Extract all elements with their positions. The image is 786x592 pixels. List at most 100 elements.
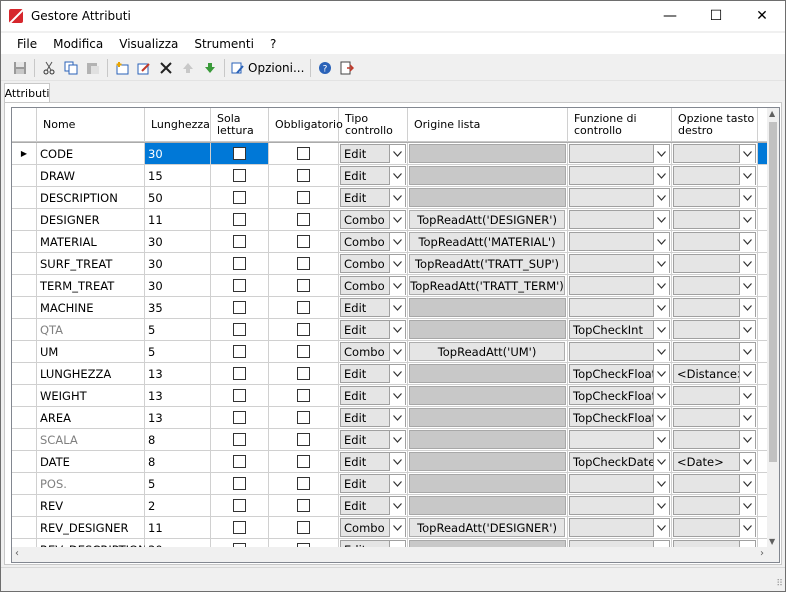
resize-grip-icon[interactable]: ⠿ bbox=[776, 579, 783, 589]
menu-strumenti[interactable]: Strumenti bbox=[186, 37, 262, 51]
readonly-checkbox[interactable] bbox=[233, 323, 246, 336]
move-down-icon[interactable] bbox=[199, 57, 221, 79]
minimize-button[interactable]: — bbox=[647, 1, 693, 31]
table-row[interactable]: SCALA 8 Edit bbox=[12, 429, 767, 451]
control-type-dropdown[interactable]: Edit bbox=[340, 386, 406, 405]
readonly-checkbox[interactable] bbox=[233, 257, 246, 270]
chevron-down-icon[interactable] bbox=[389, 321, 405, 339]
readonly-checkbox[interactable] bbox=[233, 169, 246, 182]
list-source-button[interactable]: TopReadAtt('TRATT_SUP') bbox=[409, 254, 565, 273]
chevron-down-icon[interactable] bbox=[739, 255, 755, 273]
right-click-option-dropdown[interactable] bbox=[673, 188, 756, 207]
chevron-down-icon[interactable] bbox=[739, 167, 755, 185]
col-header-funzione-controllo[interactable]: Funzione di controllo bbox=[568, 108, 672, 142]
row-header[interactable] bbox=[12, 451, 37, 473]
table-row[interactable]: UM 5 Combo TopReadAtt('UM') bbox=[12, 341, 767, 363]
cell-lunghezza[interactable]: 2 bbox=[145, 495, 211, 517]
cell-nome[interactable]: REV_DESCRIPTION bbox=[37, 539, 147, 547]
right-click-option-dropdown[interactable] bbox=[673, 408, 756, 427]
menu-visualizza[interactable]: Visualizza bbox=[111, 37, 186, 51]
check-function-dropdown[interactable] bbox=[569, 298, 670, 317]
table-row[interactable]: ▶ CODE 30 Edit bbox=[12, 143, 767, 165]
options-button[interactable]: Opzioni... bbox=[228, 57, 307, 79]
cut-icon[interactable] bbox=[38, 57, 60, 79]
chevron-down-icon[interactable] bbox=[653, 453, 669, 471]
row-header[interactable] bbox=[12, 165, 37, 187]
check-function-dropdown[interactable] bbox=[569, 518, 670, 537]
right-click-option-dropdown[interactable] bbox=[673, 276, 756, 295]
control-type-dropdown[interactable]: Combo bbox=[340, 254, 406, 273]
col-header-obbligatorio[interactable]: Obbligatorio bbox=[269, 108, 343, 142]
chevron-down-icon[interactable] bbox=[739, 211, 755, 229]
row-header[interactable] bbox=[12, 187, 37, 209]
chevron-down-icon[interactable] bbox=[653, 497, 669, 515]
check-function-dropdown[interactable] bbox=[569, 430, 670, 449]
control-type-dropdown[interactable]: Edit bbox=[340, 166, 406, 185]
control-type-dropdown[interactable]: Edit bbox=[340, 496, 406, 515]
control-type-dropdown[interactable]: Edit bbox=[340, 320, 406, 339]
table-row[interactable]: LUNGHEZZA 13 Edit TopCheckFloat <Distance> bbox=[12, 363, 767, 385]
chevron-down-icon[interactable] bbox=[739, 321, 755, 339]
readonly-checkbox[interactable] bbox=[233, 345, 246, 358]
menu-help[interactable]: ? bbox=[262, 37, 284, 51]
right-click-option-dropdown[interactable] bbox=[673, 298, 756, 317]
copy-icon[interactable] bbox=[60, 57, 82, 79]
chevron-down-icon[interactable] bbox=[389, 343, 405, 361]
chevron-down-icon[interactable] bbox=[389, 519, 405, 537]
check-function-dropdown[interactable]: TopCheckInt bbox=[569, 320, 670, 339]
chevron-down-icon[interactable] bbox=[653, 277, 669, 295]
menu-modifica[interactable]: Modifica bbox=[45, 37, 111, 51]
col-header-origine-lista[interactable]: Origine lista bbox=[408, 108, 568, 142]
cell-nome[interactable]: LUNGHEZZA bbox=[37, 363, 145, 385]
right-click-option-dropdown[interactable]: <Distance> bbox=[673, 364, 756, 383]
readonly-checkbox[interactable] bbox=[233, 389, 246, 402]
cell-lunghezza[interactable]: 5 bbox=[145, 341, 211, 363]
chevron-down-icon[interactable] bbox=[389, 255, 405, 273]
row-header[interactable] bbox=[12, 319, 37, 341]
chevron-down-icon[interactable] bbox=[389, 453, 405, 471]
control-type-dropdown[interactable]: Edit bbox=[340, 188, 406, 207]
cell-lunghezza[interactable]: 30 bbox=[145, 539, 211, 547]
title-bar[interactable]: Gestore Attributi — ☐ ✕ bbox=[1, 1, 785, 31]
row-header[interactable] bbox=[12, 297, 37, 319]
chevron-down-icon[interactable] bbox=[739, 497, 755, 515]
cell-nome[interactable]: SCALA bbox=[37, 429, 145, 451]
required-checkbox[interactable] bbox=[297, 235, 310, 248]
required-checkbox[interactable] bbox=[297, 433, 310, 446]
new-attribute-icon[interactable] bbox=[111, 57, 133, 79]
row-header[interactable] bbox=[12, 363, 37, 385]
chevron-down-icon[interactable] bbox=[653, 475, 669, 493]
required-checkbox[interactable] bbox=[297, 499, 310, 512]
right-click-option-dropdown[interactable] bbox=[673, 342, 756, 361]
readonly-checkbox[interactable] bbox=[233, 301, 246, 314]
table-row[interactable]: DESIGNER 11 Combo TopReadAtt('DESIGNER') bbox=[12, 209, 767, 231]
cell-nome[interactable]: UM bbox=[37, 341, 145, 363]
list-source-button[interactable]: TopReadAtt('UM') bbox=[409, 342, 565, 361]
chevron-down-icon[interactable] bbox=[739, 365, 755, 383]
cell-lunghezza[interactable]: 30 bbox=[145, 143, 211, 165]
chevron-down-icon[interactable] bbox=[389, 211, 405, 229]
chevron-down-icon[interactable] bbox=[739, 145, 755, 163]
check-function-dropdown[interactable] bbox=[569, 474, 670, 493]
save-icon[interactable] bbox=[9, 57, 31, 79]
row-header[interactable] bbox=[12, 341, 37, 363]
chevron-down-icon[interactable] bbox=[653, 387, 669, 405]
cell-nome[interactable]: DESCRIPTION bbox=[37, 187, 145, 209]
control-type-dropdown[interactable]: Edit bbox=[340, 364, 406, 383]
right-click-option-dropdown[interactable] bbox=[673, 320, 756, 339]
control-type-dropdown[interactable]: Combo bbox=[340, 276, 406, 295]
required-checkbox[interactable] bbox=[297, 389, 310, 402]
readonly-checkbox[interactable] bbox=[233, 191, 246, 204]
chevron-down-icon[interactable] bbox=[653, 255, 669, 273]
right-click-option-dropdown[interactable] bbox=[673, 430, 756, 449]
scroll-left-icon[interactable]: ‹ bbox=[15, 548, 19, 559]
chevron-down-icon[interactable] bbox=[653, 343, 669, 361]
chevron-down-icon[interactable] bbox=[389, 475, 405, 493]
chevron-down-icon[interactable] bbox=[739, 233, 755, 251]
right-click-option-dropdown[interactable] bbox=[673, 232, 756, 251]
required-checkbox[interactable] bbox=[297, 301, 310, 314]
chevron-down-icon[interactable] bbox=[739, 409, 755, 427]
chevron-down-icon[interactable] bbox=[389, 145, 405, 163]
readonly-checkbox[interactable] bbox=[233, 477, 246, 490]
chevron-down-icon[interactable] bbox=[389, 497, 405, 515]
